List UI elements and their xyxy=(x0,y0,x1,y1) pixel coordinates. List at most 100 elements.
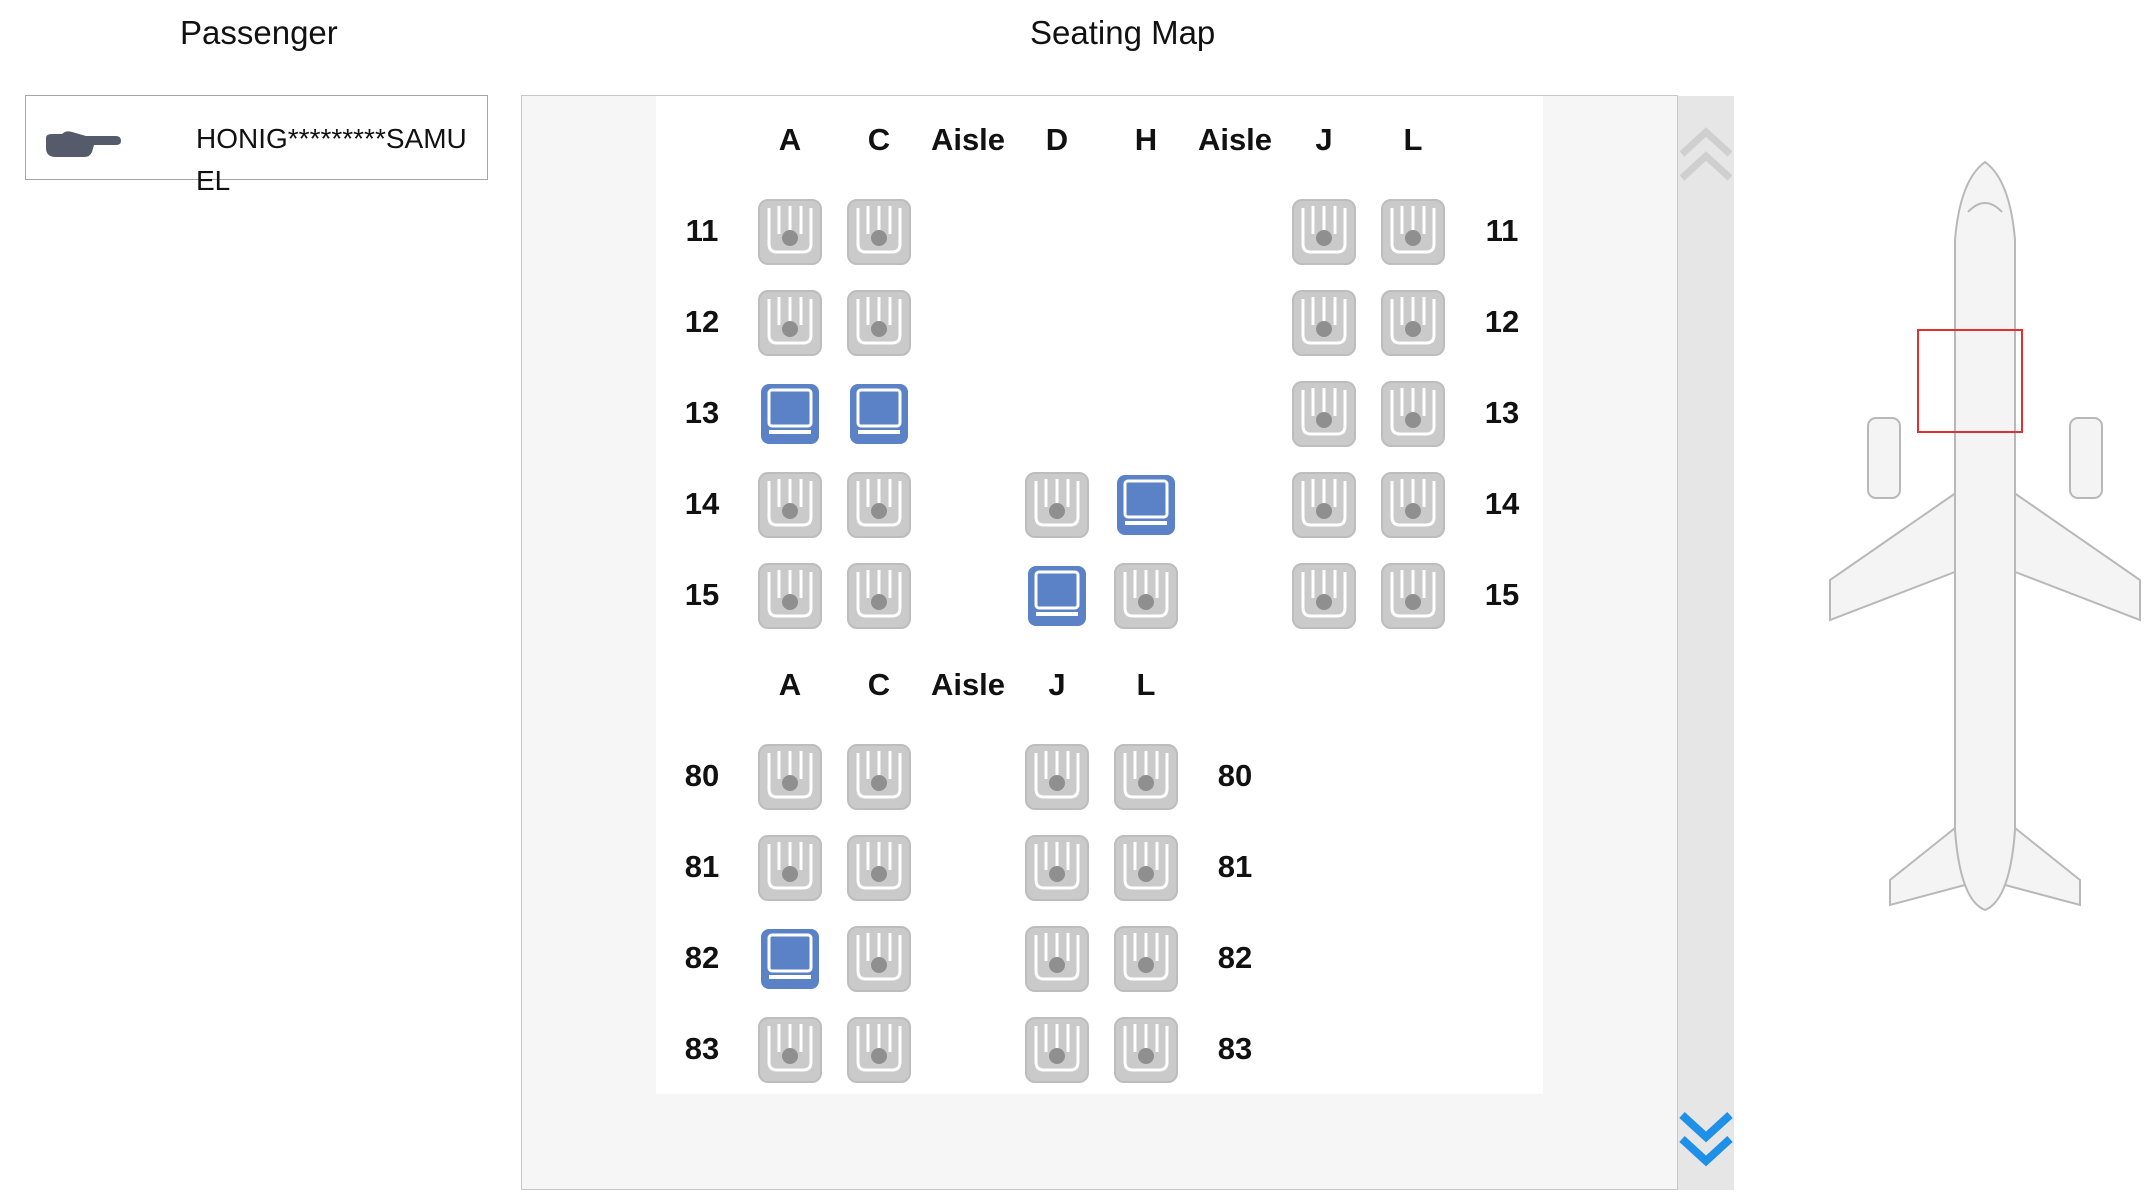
occupied-seat-icon xyxy=(1292,563,1356,629)
seat-13C[interactable] xyxy=(844,378,914,448)
occupied-seat-icon xyxy=(1025,926,1089,992)
seat-15L xyxy=(1378,560,1448,630)
row-number: 12 xyxy=(1484,304,1520,339)
seat-81J xyxy=(1022,832,1092,902)
occupied-seat-icon xyxy=(847,1017,911,1083)
occupied-seat-icon xyxy=(1292,381,1356,447)
seat-14D xyxy=(1022,469,1092,539)
row-number: 81 xyxy=(684,849,720,884)
seat-15C xyxy=(844,560,914,630)
seat-83J xyxy=(1022,1014,1092,1084)
column-label-aisle: Aisle xyxy=(930,122,1006,157)
seat-12L xyxy=(1378,287,1448,357)
seat-82A[interactable] xyxy=(755,923,825,993)
column-label-h: H xyxy=(1134,122,1158,157)
occupied-seat-icon xyxy=(758,744,822,810)
scroll-track[interactable] xyxy=(1678,96,1734,1190)
chevron-up-icon[interactable] xyxy=(1678,120,1734,190)
row-number: 12 xyxy=(684,304,720,339)
airplane-overview-icon xyxy=(1829,160,2141,912)
occupied-seat-icon xyxy=(1114,1017,1178,1083)
seat-11L xyxy=(1378,196,1448,266)
column-label-j: J xyxy=(1048,667,1066,702)
seat-13J xyxy=(1289,378,1359,448)
occupied-seat-icon xyxy=(1381,199,1445,265)
row-number: 15 xyxy=(684,577,720,612)
row-number: 83 xyxy=(684,1031,720,1066)
seat-83A xyxy=(755,1014,825,1084)
column-label-d: D xyxy=(1045,122,1069,157)
column-label-a: A xyxy=(778,667,802,702)
row-number: 83 xyxy=(1217,1031,1253,1066)
available-seat-icon xyxy=(761,384,819,444)
occupied-seat-icon xyxy=(1114,563,1178,629)
occupied-seat-icon xyxy=(847,472,911,538)
occupied-seat-icon xyxy=(1025,1017,1089,1083)
occupied-seat-icon xyxy=(1292,472,1356,538)
seat-80L xyxy=(1111,741,1181,811)
row-number: 80 xyxy=(684,758,720,793)
passenger-card[interactable]: HONIG*********SAMUEL xyxy=(25,95,488,196)
seat-11C xyxy=(844,196,914,266)
occupied-seat-icon xyxy=(1025,835,1089,901)
occupied-seat-icon xyxy=(847,835,911,901)
seat-82C xyxy=(844,923,914,993)
occupied-seat-icon xyxy=(758,472,822,538)
occupied-seat-icon xyxy=(1381,381,1445,447)
seat-83C xyxy=(844,1014,914,1084)
column-label-l: L xyxy=(1136,667,1156,702)
occupied-seat-icon xyxy=(847,744,911,810)
occupied-seat-icon xyxy=(1025,744,1089,810)
seat-15A xyxy=(755,560,825,630)
available-seat-icon xyxy=(761,929,819,989)
available-seat-icon xyxy=(1028,566,1086,626)
seat-14L xyxy=(1378,469,1448,539)
seat-11A xyxy=(755,196,825,266)
seat-12C xyxy=(844,287,914,357)
row-number: 11 xyxy=(1485,213,1519,248)
occupied-seat-icon xyxy=(847,563,911,629)
chevron-down-icon[interactable] xyxy=(1678,1105,1734,1175)
seat-14H[interactable] xyxy=(1111,469,1181,539)
seat-14C xyxy=(844,469,914,539)
column-label-a: A xyxy=(778,122,802,157)
occupied-seat-icon xyxy=(847,926,911,992)
seat-81L xyxy=(1111,832,1181,902)
occupied-seat-icon xyxy=(1292,199,1356,265)
occupied-seat-icon xyxy=(847,290,911,356)
seat-12J xyxy=(1289,287,1359,357)
seat-15D[interactable] xyxy=(1022,560,1092,630)
available-seat-icon xyxy=(1117,475,1175,535)
passenger-heading: Passenger xyxy=(180,14,338,51)
occupied-seat-icon xyxy=(758,290,822,356)
seat-81A xyxy=(755,832,825,902)
occupied-seat-icon xyxy=(847,199,911,265)
occupied-seat-icon xyxy=(758,835,822,901)
seat-11J xyxy=(1289,196,1359,266)
row-number: 15 xyxy=(1484,577,1520,612)
row-number: 82 xyxy=(1217,940,1253,975)
occupied-seat-icon xyxy=(758,199,822,265)
occupied-seat-icon xyxy=(1381,563,1445,629)
row-number: 13 xyxy=(684,395,720,430)
seat-81C xyxy=(844,832,914,902)
column-label-j: J xyxy=(1315,122,1333,157)
seat-13A[interactable] xyxy=(755,378,825,448)
seat-14J xyxy=(1289,469,1359,539)
occupied-seat-icon xyxy=(758,1017,822,1083)
row-number: 11 xyxy=(685,213,719,248)
seat-15J xyxy=(1289,560,1359,630)
row-number: 80 xyxy=(1217,758,1253,793)
occupied-seat-icon xyxy=(1025,472,1089,538)
occupied-seat-icon xyxy=(1381,290,1445,356)
seat-80C xyxy=(844,741,914,811)
available-seat-icon xyxy=(850,384,908,444)
occupied-seat-icon xyxy=(1114,926,1178,992)
column-label-aisle: Aisle xyxy=(1197,122,1273,157)
seating-map-heading: Seating Map xyxy=(1030,14,1216,51)
column-label-l: L xyxy=(1403,122,1423,157)
seat-13L xyxy=(1378,378,1448,448)
row-number: 14 xyxy=(1484,486,1520,521)
pointing-hand-icon xyxy=(46,131,121,157)
row-number: 82 xyxy=(684,940,720,975)
